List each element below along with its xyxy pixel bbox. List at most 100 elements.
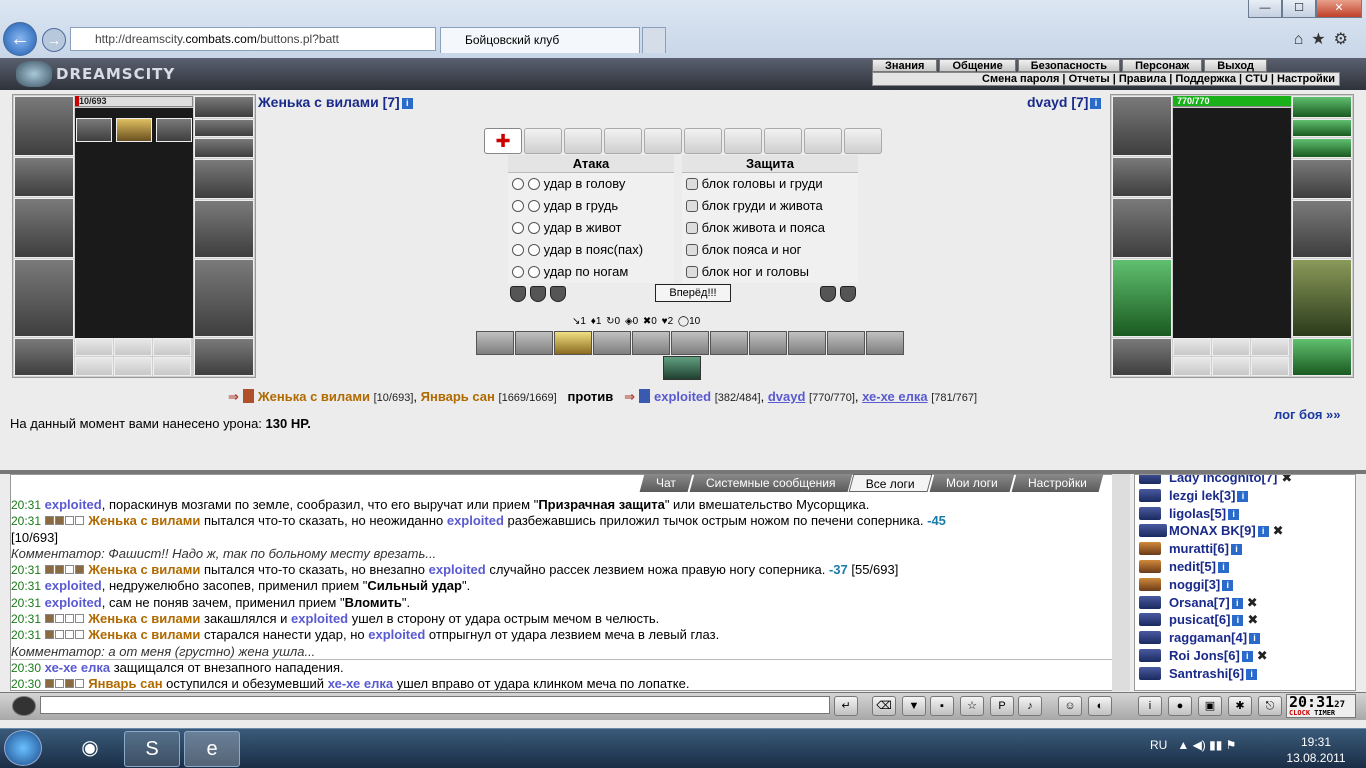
address-bar[interactable]: http://dreamscity.combats.com/buttons.pl… <box>70 27 436 51</box>
nick[interactable]: exploited <box>447 513 504 528</box>
technique-button[interactable] <box>710 331 748 355</box>
user-name[interactable]: Santrashi[6] <box>1169 666 1244 681</box>
smiles-icon[interactable]: ☺ <box>1058 696 1082 716</box>
nick[interactable]: exploited <box>45 595 102 610</box>
player-name-header[interactable]: Женька с вилами [7] i <box>258 94 413 110</box>
opp-belt-slot[interactable] <box>1112 338 1172 376</box>
opponent-name[interactable]: dvayd [7] <box>1027 94 1088 110</box>
nick[interactable]: exploited <box>291 611 348 626</box>
defense-row-1[interactable]: блок головы и груди <box>682 173 858 195</box>
scroll-slot[interactable] <box>844 128 882 154</box>
gloves-slot[interactable] <box>194 159 254 199</box>
sub-menu[interactable]: Смена пароля | Отчеты | Правила | Поддер… <box>872 72 1340 86</box>
forward-attack-button[interactable]: Вперёд!!! <box>655 284 731 302</box>
user-name[interactable]: pusicat[6] <box>1169 612 1230 627</box>
tab-settings[interactable]: Настройки <box>1011 474 1104 492</box>
chat-input[interactable] <box>40 696 830 714</box>
bracers-slot[interactable] <box>14 157 74 197</box>
online-user[interactable]: Santrashi[6] i <box>1139 665 1349 683</box>
boots-slot[interactable] <box>194 338 254 376</box>
opp-boots-slot[interactable] <box>1292 338 1352 376</box>
technique-button[interactable] <box>515 331 553 355</box>
armor-slot[interactable] <box>14 259 74 337</box>
buff-slot-1[interactable] <box>76 118 112 142</box>
info-bottle-icon[interactable]: i <box>1138 696 1162 716</box>
nick[interactable]: хе-хе елка <box>45 660 110 675</box>
opp-slot-2[interactable] <box>1212 338 1250 356</box>
attack-radio-2[interactable] <box>528 178 540 190</box>
sound-icon[interactable]: ♪ <box>1018 696 1042 716</box>
tray-icons[interactable]: ▲ ◀) ▮▮ ⚑ <box>1177 738 1236 752</box>
online-user[interactable]: raggaman[4] i <box>1139 629 1349 647</box>
attack-radio-2[interactable] <box>528 200 540 212</box>
opp-slot-4[interactable] <box>1173 357 1211 376</box>
tab-system[interactable]: Системные сообщения <box>689 474 852 492</box>
info-icon[interactable]: i <box>1237 490 1249 502</box>
scroll-slot[interactable] <box>724 128 762 154</box>
opp-pants-slot[interactable] <box>1292 259 1352 337</box>
attack-radio-2[interactable] <box>528 244 540 256</box>
nick[interactable]: Женька с вилами <box>88 513 200 528</box>
info-icon[interactable]: i <box>1241 650 1253 662</box>
online-user[interactable]: Orsana[7] i ✖ <box>1139 594 1349 612</box>
save-icon[interactable]: ▪ <box>930 696 954 716</box>
technique-button[interactable] <box>671 331 709 355</box>
inventory-icon[interactable]: ▣ <box>1198 696 1222 716</box>
attack-radio-1[interactable] <box>512 266 524 278</box>
scroll-slot[interactable] <box>604 128 642 154</box>
new-tab-button[interactable] <box>642 27 666 53</box>
opp-slot-1[interactable] <box>1173 338 1211 356</box>
opp-weapon-slot[interactable] <box>1112 198 1172 258</box>
nick[interactable]: Женька с вилами <box>88 611 200 626</box>
buff-slot-3[interactable] <box>156 118 192 142</box>
team2-member[interactable]: dvayd <box>768 389 806 404</box>
info-icon[interactable]: i <box>1232 615 1244 627</box>
scroll-slot[interactable] <box>524 128 562 154</box>
scroll-slot[interactable] <box>564 128 602 154</box>
tab-my-logs[interactable]: Мои логи <box>929 474 1015 492</box>
info-icon[interactable]: i <box>1230 544 1242 556</box>
user-name[interactable]: ligolas[5] <box>1169 506 1226 521</box>
smile-menu-icon[interactable] <box>12 696 36 716</box>
attack-row-waist[interactable]: удар в пояс(пах) <box>508 239 674 261</box>
technique-button[interactable] <box>593 331 631 355</box>
info-icon[interactable]: i <box>401 98 413 109</box>
technique-button[interactable] <box>632 331 670 355</box>
helmet-slot[interactable] <box>14 96 74 156</box>
tab-chat[interactable]: Чат <box>639 474 693 492</box>
nick[interactable]: хе-хе елка <box>328 676 393 690</box>
attack-radio-1[interactable] <box>512 178 524 190</box>
belt-slot[interactable] <box>14 338 74 376</box>
online-user[interactable]: muratti[6] i <box>1139 540 1349 558</box>
scroll-slot[interactable] <box>764 128 802 154</box>
info-icon[interactable]: i <box>1222 579 1234 591</box>
weapon-slot[interactable] <box>14 198 74 258</box>
technique-button[interactable] <box>554 331 592 355</box>
browser-tab[interactable]: Бойцовский клуб <box>440 27 640 53</box>
defense-row-5[interactable]: блок ног и головы <box>682 261 858 283</box>
attack-row-head[interactable]: удар в голову <box>508 173 674 195</box>
menu-exit[interactable]: Выход <box>1204 59 1267 72</box>
send-icon[interactable]: ↵ <box>834 696 858 716</box>
ie-taskbar-icon[interactable]: e <box>184 731 240 767</box>
team2-member[interactable]: exploited <box>654 389 711 404</box>
opp-amulet-slot[interactable] <box>1292 119 1352 137</box>
info-icon[interactable]: i <box>1246 668 1258 680</box>
user-name[interactable]: MONAX BK[9] <box>1169 523 1256 538</box>
user-name[interactable]: Orsana[7] <box>1169 595 1230 610</box>
user-name[interactable]: nedit[5] <box>1169 559 1216 574</box>
info-icon[interactable]: i <box>1228 508 1240 520</box>
defense-radio[interactable] <box>686 266 698 278</box>
opp-bracers-slot[interactable] <box>1112 157 1172 197</box>
nick[interactable]: Женька с вилами <box>88 562 200 577</box>
helmet-icon[interactable]: ◐ <box>1088 696 1112 716</box>
start-button[interactable] <box>4 730 42 766</box>
player-name[interactable]: Женька с вилами [7] <box>258 94 400 110</box>
back-button[interactable]: ← <box>3 22 37 56</box>
shield-icon[interactable] <box>840 286 856 302</box>
technique-button[interactable] <box>788 331 826 355</box>
technique-button[interactable] <box>749 331 787 355</box>
browser-toolbar-icons[interactable]: ⌂★⚙ <box>1294 29 1356 49</box>
minimize-button[interactable]: — <box>1248 0 1282 18</box>
action-icon[interactable]: ☆ <box>960 696 984 716</box>
